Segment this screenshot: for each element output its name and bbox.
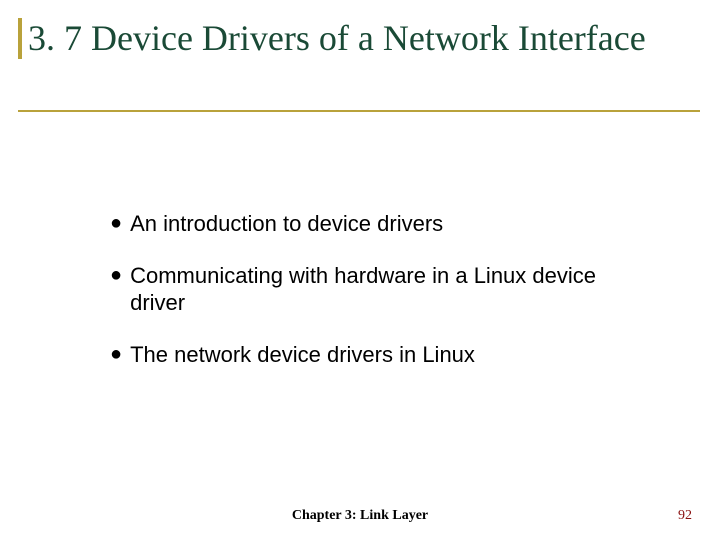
bullet-icon: ● (110, 210, 122, 237)
bullet-icon: ● (110, 341, 122, 368)
bullet-text: The network device drivers in Linux (130, 341, 620, 369)
title-underline (18, 110, 700, 112)
list-item: ● An introduction to device drivers (110, 210, 620, 238)
footer-chapter: Chapter 3: Link Layer (0, 508, 720, 524)
slide-title: 3. 7 Device Drivers of a Network Interfa… (22, 18, 680, 59)
body-area: ● An introduction to device drivers ● Co… (110, 210, 620, 392)
bullet-icon: ● (110, 262, 122, 289)
bullet-text: Communicating with hardware in a Linux d… (130, 262, 620, 317)
list-item: ● Communicating with hardware in a Linux… (110, 262, 620, 317)
page-number: 92 (678, 508, 692, 524)
bullet-text: An introduction to device drivers (130, 210, 620, 238)
slide: 3. 7 Device Drivers of a Network Interfa… (0, 0, 720, 540)
title-block: 3. 7 Device Drivers of a Network Interfa… (18, 18, 680, 59)
list-item: ● The network device drivers in Linux (110, 341, 620, 369)
